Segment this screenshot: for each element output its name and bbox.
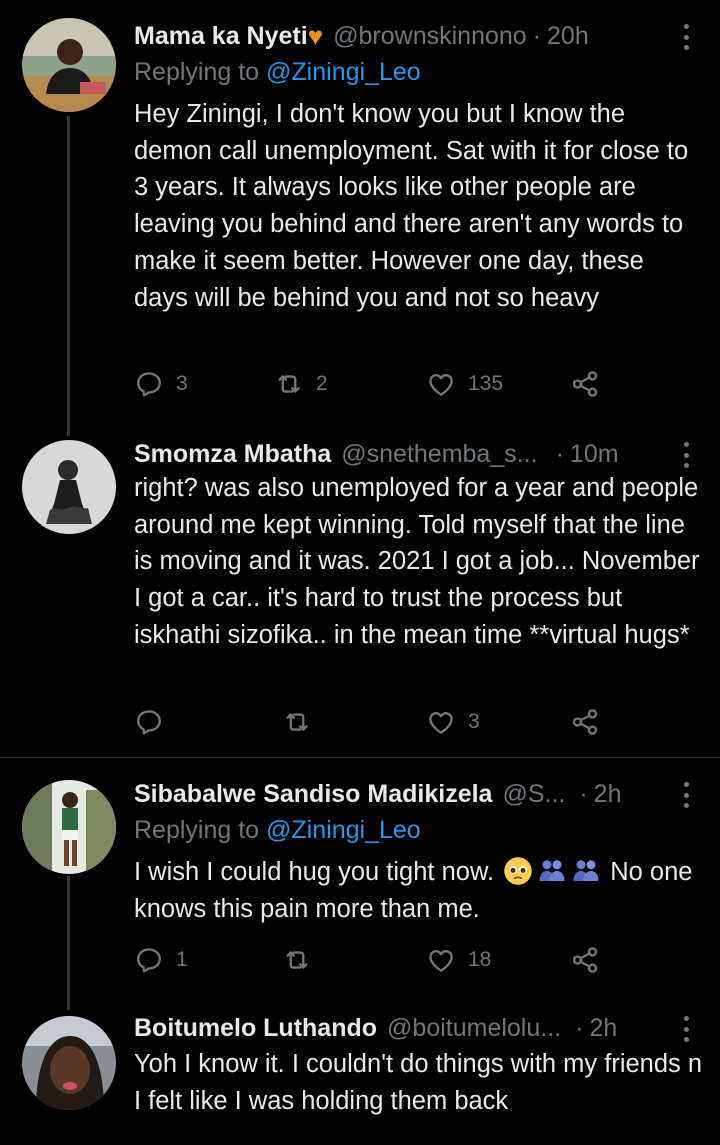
retweet-icon [282, 945, 312, 975]
more-icon[interactable] [682, 442, 690, 468]
timestamp[interactable]: 2h [594, 780, 622, 809]
reply-icon [134, 369, 164, 399]
share-button[interactable] [570, 944, 600, 976]
reply-icon [134, 707, 164, 737]
user-handle[interactable]: @brownskinnono [333, 22, 527, 51]
like-icon [426, 707, 456, 737]
tweet-text: Hey Ziningi, I don't know you but I know… [134, 100, 689, 312]
retweet-count: 2 [316, 372, 328, 395]
retweet-icon [282, 707, 312, 737]
like-icon [426, 369, 456, 399]
separator: · [579, 779, 588, 808]
action-bar: 1 18 [134, 944, 614, 976]
share-button[interactable] [570, 706, 600, 738]
tweet-text: Yoh I know it. I couldn't do things with… [134, 1050, 703, 1115]
timestamp[interactable]: 20h [547, 22, 589, 51]
tweet-header: Mama ka Nyeti ♥ @brownskinnono · 20h [134, 18, 690, 54]
reply-button[interactable]: 1 [134, 944, 188, 976]
more-icon[interactable] [682, 782, 690, 808]
reply-button[interactable]: 3 [134, 368, 188, 400]
timestamp[interactable]: 10m [570, 440, 619, 469]
action-bar: 3 [134, 706, 614, 738]
retweet-icon [274, 369, 304, 399]
reply-button[interactable] [134, 706, 176, 738]
share-button[interactable] [570, 368, 600, 400]
retweet-button[interactable] [282, 706, 324, 738]
display-name[interactable]: Sibabalwe Sandiso Madikizela [134, 780, 492, 809]
tweet[interactable]: Boitumelo Luthando @boitumelolu... · 2h … [0, 1010, 720, 1145]
people-hugging-icon [537, 856, 567, 886]
separator: · [575, 1013, 584, 1042]
retweet-button[interactable] [282, 944, 324, 976]
divider [0, 757, 720, 758]
avatar[interactable] [22, 780, 116, 874]
user-handle[interactable]: @boitumelolu... [387, 1014, 561, 1043]
more-icon[interactable] [682, 1016, 690, 1042]
like-count: 18 [468, 948, 492, 971]
people-hugging-icon [571, 856, 601, 886]
tweet[interactable]: Sibabalwe Sandiso Madikizela @S... · 2h … [0, 776, 720, 986]
tweet[interactable]: Smomza Mbatha @snethemba_s... · 10m righ… [0, 436, 720, 746]
share-icon [570, 945, 600, 975]
like-button[interactable]: 18 [426, 944, 491, 976]
avatar[interactable] [22, 1016, 116, 1110]
display-name[interactable]: Boitumelo Luthando [134, 1014, 377, 1043]
mention-link[interactable]: @Ziningi_Leo [266, 816, 421, 844]
tweet-text: I wish I could hug you tight now. No one… [134, 854, 704, 927]
reply-count: 3 [176, 372, 188, 395]
like-button[interactable]: 3 [426, 706, 480, 738]
like-button[interactable]: 135 [426, 368, 503, 400]
avatar[interactable] [22, 440, 116, 534]
replying-to-label: Replying to [134, 816, 267, 844]
avatar[interactable] [22, 18, 116, 112]
orange-heart-icon: ♥ [307, 20, 324, 51]
share-icon [570, 707, 600, 737]
like-icon [426, 945, 456, 975]
user-handle[interactable]: @S... [502, 780, 565, 809]
action-bar: 3 2 135 [134, 368, 614, 400]
display-name[interactable]: Mama ka Nyeti [134, 22, 308, 51]
share-icon [570, 369, 600, 399]
reply-icon [134, 945, 164, 975]
tweet-header: Smomza Mbatha @snethemba_s... · 10m [134, 436, 690, 472]
reply-count: 1 [176, 948, 188, 971]
tweet-text: right? was also unemployed for a year an… [134, 474, 700, 649]
timestamp[interactable]: 2h [589, 1014, 617, 1043]
like-count: 135 [468, 372, 504, 395]
retweet-button[interactable]: 2 [274, 368, 328, 400]
mention-link[interactable]: @Ziningi_Leo [266, 58, 421, 86]
replying-to: Replying to @Ziningi_Leo [134, 816, 421, 845]
separator: · [532, 21, 542, 50]
tweet-text-part: I wish I could hug you tight now. [134, 858, 495, 886]
replying-to: Replying to @Ziningi_Leo [134, 58, 421, 87]
pleading-face-icon [503, 856, 533, 886]
user-handle[interactable]: @snethemba_s... [341, 440, 537, 469]
tweet-header: Boitumelo Luthando @boitumelolu... · 2h [134, 1010, 690, 1046]
separator: · [555, 439, 564, 468]
replying-to-label: Replying to [134, 58, 267, 86]
tweet[interactable]: Mama ka Nyeti ♥ @brownskinnono · 20h Rep… [0, 18, 720, 418]
more-icon[interactable] [682, 24, 690, 50]
display-name[interactable]: Smomza Mbatha [134, 440, 331, 469]
like-count: 3 [468, 710, 480, 733]
tweet-header: Sibabalwe Sandiso Madikizela @S... · 2h [134, 776, 690, 812]
